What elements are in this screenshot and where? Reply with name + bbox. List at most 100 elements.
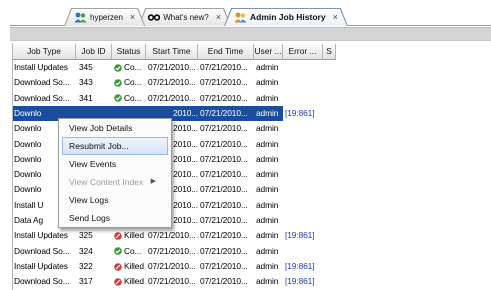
- start-time-cell: 07/21/2010...: [148, 92, 196, 103]
- column-header-end-time[interactable]: End Time: [198, 44, 254, 60]
- tab-label: Admin Job History: [250, 12, 326, 22]
- job-id-cell: 325: [79, 230, 93, 241]
- check-icon: [114, 247, 122, 256]
- user-cell: admin: [256, 169, 279, 180]
- user-cell: admin: [256, 199, 279, 210]
- end-time-cell: 07/21/2010...: [200, 153, 248, 164]
- column-header-user[interactable]: User ...: [254, 44, 283, 60]
- killed-icon: [114, 278, 122, 286]
- end-time-cell: 07/21/2010...: [200, 184, 248, 195]
- status-cell: Killed: [112, 274, 146, 289]
- toolbar: [10, 27, 491, 41]
- error-cell: [283, 213, 323, 228]
- error-cell: [283, 244, 323, 259]
- error-cell: [283, 167, 323, 182]
- tab-label: hyperzen: [90, 12, 123, 22]
- start-time-cell: 07/21/2010...: [148, 276, 196, 287]
- end-time-cell: 07/21/2010...: [200, 276, 248, 287]
- s-cell: [323, 259, 336, 274]
- table-row[interactable]: Download So... 341 Co... 07/21/2010... 07/21…: [13, 91, 336, 106]
- column-header-status[interactable]: Status: [112, 44, 146, 60]
- table-row[interactable]: Install Updates 345 Co... 07/21/2010... 07/2…: [13, 60, 336, 75]
- error-cell: [283, 137, 323, 152]
- error-cell: [283, 75, 323, 90]
- status-cell: Co...: [112, 75, 146, 90]
- end-time-cell: 07/21/2010...: [200, 245, 248, 256]
- table-row[interactable]: Download So... 324 Co... 07/21/2010... 07/21…: [13, 244, 336, 259]
- error-cell: [283, 198, 323, 213]
- table-row[interactable]: Install Updates 325 Killed 07/21/2010... 07/…: [13, 228, 336, 243]
- status-text: Co...: [124, 77, 142, 88]
- user-cell: admin: [256, 153, 279, 164]
- tab-whats-new[interactable]: What's new? ×: [138, 8, 231, 26]
- job-type-cell: Install Updates: [14, 260, 68, 271]
- column-header-start-time[interactable]: Start Time: [146, 44, 198, 60]
- start-time-cell: 07/21/2010...: [148, 230, 196, 241]
- close-icon[interactable]: ×: [333, 12, 338, 22]
- menu-item-view-logs[interactable]: View Logs: [62, 191, 168, 209]
- table-row[interactable]: Download So... 317 Killed 07/21/2010... 07/2…: [13, 274, 336, 289]
- tab-label: What's new?: [163, 12, 209, 22]
- job-type-cell: Install Updates: [14, 62, 68, 72]
- end-time-cell: 07/21/2010...: [200, 138, 248, 149]
- s-cell: [323, 198, 336, 213]
- error-cell: [19:861]: [285, 276, 315, 287]
- glasses-icon: [148, 13, 161, 22]
- column-header-job-id[interactable]: Job ID: [76, 44, 112, 60]
- start-time-cell: 07/21/2010...: [148, 62, 196, 72]
- tab-admin-job-history[interactable]: Admin Job History ×: [224, 8, 348, 26]
- job-type-cell: Install Updates: [14, 230, 68, 241]
- s-cell: [323, 228, 336, 243]
- check-icon: [114, 63, 122, 72]
- error-cell: [19:861]: [285, 230, 315, 241]
- job-id-cell: 345: [79, 62, 93, 72]
- menu-item-send-logs[interactable]: Send Logs: [62, 209, 168, 227]
- status-cell: Killed: [112, 259, 146, 274]
- s-cell: [323, 182, 336, 197]
- menu-item-resubmit-job[interactable]: Resubmit Job...: [62, 137, 168, 155]
- check-icon: [114, 79, 122, 87]
- status-cell: Co...: [112, 244, 146, 259]
- s-cell: [323, 213, 336, 228]
- error-cell: [19:861]: [285, 107, 315, 118]
- start-time-cell: 07/21/2010...: [148, 260, 196, 271]
- close-icon[interactable]: ×: [130, 12, 135, 22]
- job-type-cell: Download So...: [14, 245, 70, 256]
- table-row[interactable]: Install Updates 322 Killed 07/21/2010... 07/…: [13, 259, 336, 274]
- column-header-s[interactable]: S: [323, 44, 336, 60]
- job-id-cell: 341: [79, 92, 93, 103]
- user-cell: admin: [256, 276, 279, 287]
- user-cell: admin: [256, 77, 279, 88]
- s-cell: [323, 91, 336, 106]
- status-cell: Co...: [112, 60, 146, 75]
- s-cell: [323, 106, 336, 121]
- error-cell: [283, 182, 323, 197]
- close-icon[interactable]: ×: [216, 12, 221, 22]
- menu-item-view-job-details[interactable]: View Job Details: [62, 119, 168, 137]
- job-id-cell: 317: [79, 276, 93, 287]
- table-row[interactable]: Download So... 343 Co... 07/21/2010... 07/21…: [13, 75, 336, 90]
- status-text: Co...: [124, 245, 142, 256]
- user-cell: admin: [256, 123, 279, 134]
- admin-group-icon: [234, 12, 247, 23]
- error-cell: [283, 60, 323, 75]
- column-header-error[interactable]: Error ...: [283, 44, 323, 60]
- check-icon: [114, 94, 122, 103]
- user-cell: admin: [256, 92, 279, 103]
- status-text: Co...: [124, 92, 142, 103]
- end-time-cell: 07/21/2010...: [200, 169, 248, 180]
- user-cell: admin: [256, 215, 279, 225]
- s-cell: [323, 167, 336, 182]
- job-id-cell: 322: [79, 260, 93, 271]
- column-header-job-type[interactable]: Job Type: [13, 44, 76, 60]
- tab-bar: hyperzen × What's new? × Admin Job Histo…: [64, 8, 341, 26]
- menu-item-view-content-index: View Content Index ▶: [62, 173, 168, 191]
- error-cell: [19:861]: [285, 260, 315, 271]
- tab-hyperzen[interactable]: hyperzen ×: [64, 8, 145, 26]
- user-cell: admin: [254, 105, 283, 122]
- s-cell: [323, 121, 336, 136]
- user-cell: admin: [256, 260, 279, 271]
- menu-item-view-events[interactable]: View Events: [62, 155, 168, 173]
- end-time-cell: 07/21/2010...: [200, 230, 248, 241]
- start-time-cell: 07/21/2010...: [148, 245, 196, 256]
